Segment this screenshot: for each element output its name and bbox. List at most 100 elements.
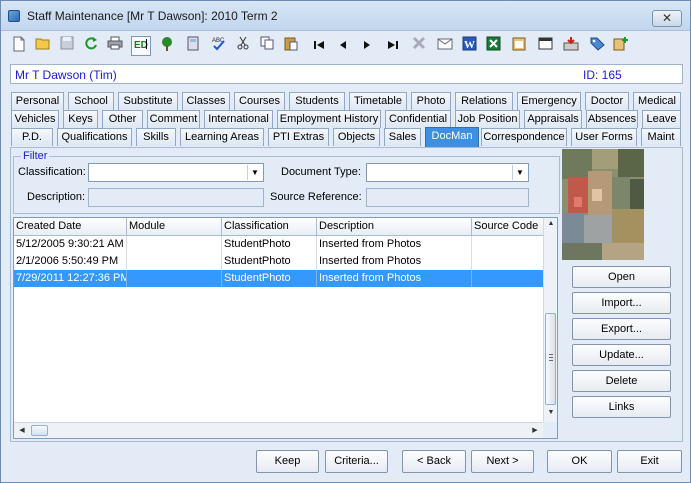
tab-international[interactable]: International: [204, 110, 273, 128]
description-field[interactable]: [88, 188, 264, 207]
tab-school[interactable]: School: [68, 92, 114, 110]
refresh-icon[interactable]: [81, 36, 101, 56]
column-header-source-code[interactable]: Source Code: [472, 218, 544, 236]
tab-pti-extras[interactable]: PTI Extras: [268, 128, 329, 146]
export-button[interactable]: Export...: [572, 318, 671, 340]
tab-students[interactable]: Students: [289, 92, 345, 110]
source-reference-label: Source Reference:: [270, 191, 362, 203]
tab-job-position[interactable]: Job Position: [455, 110, 520, 128]
previous-record-icon[interactable]: [333, 36, 353, 56]
open-button[interactable]: Open: [572, 266, 671, 288]
tab-docman[interactable]: DocMan: [425, 127, 479, 147]
column-header-created-date[interactable]: Created Date: [14, 218, 127, 236]
tab-user-forms[interactable]: User Forms: [571, 128, 637, 146]
tab-employment-history[interactable]: Employment History: [277, 110, 381, 128]
tab-comment[interactable]: Comment: [147, 110, 200, 128]
tab-classes[interactable]: Classes: [182, 92, 230, 110]
tab-courses[interactable]: Courses: [234, 92, 285, 110]
delete-icon[interactable]: [409, 36, 429, 56]
last-record-icon[interactable]: [383, 36, 403, 56]
edit-icon[interactable]: ED: [131, 36, 151, 56]
classification-combo[interactable]: ▼: [88, 163, 264, 182]
horizontal-scroll-thumb[interactable]: [31, 425, 48, 436]
vertical-scrollbar[interactable]: ▲ ▼: [543, 218, 557, 422]
copy-icon[interactable]: [257, 36, 277, 56]
import-icon[interactable]: [561, 36, 581, 56]
chevron-down-icon[interactable]: ▼: [247, 165, 262, 180]
column-header-classification[interactable]: Classification: [222, 218, 317, 236]
save-icon[interactable]: [57, 36, 77, 56]
cell-description: Inserted from Photos: [317, 236, 472, 253]
tab-relations[interactable]: Relations: [455, 92, 513, 110]
documents-grid[interactable]: Created Date Module Classification Descr…: [13, 217, 558, 439]
tab-keys[interactable]: Keys: [63, 110, 98, 128]
tab-vehicles[interactable]: Vehicles: [11, 110, 59, 128]
first-record-icon[interactable]: [309, 36, 329, 56]
tab-photo[interactable]: Photo: [411, 92, 451, 110]
tab-sales[interactable]: Sales: [384, 128, 421, 146]
vertical-scroll-thumb[interactable]: [545, 313, 556, 405]
cut-icon[interactable]: [233, 36, 253, 56]
tab-other[interactable]: Other: [102, 110, 143, 128]
tab-doctor[interactable]: Doctor: [585, 92, 629, 110]
scroll-up-icon[interactable]: ▲: [544, 220, 557, 227]
tab-skills[interactable]: Skills: [136, 128, 176, 146]
tab-qualifications[interactable]: Qualifications: [57, 128, 132, 146]
back-button[interactable]: < Back: [402, 450, 466, 473]
keep-button[interactable]: Keep: [256, 450, 319, 473]
tab-substitute[interactable]: Substitute: [118, 92, 178, 110]
paste-icon[interactable]: [281, 36, 301, 56]
clipboard-icon[interactable]: [509, 36, 529, 56]
next-button[interactable]: Next >: [471, 450, 534, 473]
staff-name-bar: Mr T Dawson (Tim) ID: 165: [10, 64, 683, 84]
excel-icon[interactable]: [483, 36, 503, 56]
calendar-icon[interactable]: [535, 36, 555, 56]
title-bar[interactable]: Staff Maintenance [Mr T Dawson]: 2010 Te…: [1, 1, 690, 31]
tag-icon[interactable]: [587, 36, 607, 56]
table-row[interactable]: 5/12/2005 9:30:21 AM StudentPhoto Insert…: [14, 236, 544, 253]
tab-leave[interactable]: Leave: [642, 110, 681, 128]
scroll-left-icon[interactable]: ◀: [15, 426, 29, 434]
word-icon[interactable]: W: [459, 36, 479, 56]
tab-correspondence[interactable]: Correspondence: [481, 128, 567, 146]
close-button[interactable]: ✕: [652, 10, 682, 27]
spellcheck-icon[interactable]: ABC: [209, 36, 229, 56]
email-icon[interactable]: [435, 36, 455, 56]
table-row-selected[interactable]: 7/29/2011 12:27:36 PM StudentPhoto Inser…: [14, 270, 544, 287]
document-type-combo[interactable]: ▼: [366, 163, 529, 182]
tab-absences[interactable]: Absences: [586, 110, 638, 128]
scroll-down-icon[interactable]: ▼: [544, 409, 557, 416]
tab-emergency[interactable]: Emergency: [517, 92, 581, 110]
tab-maint[interactable]: Maint: [641, 128, 681, 146]
new-icon[interactable]: [9, 36, 29, 56]
horizontal-scrollbar[interactable]: ◀ ▶: [14, 422, 543, 438]
svg-text:W: W: [464, 39, 475, 51]
criteria-button[interactable]: Criteria...: [325, 450, 388, 473]
links-button[interactable]: Links: [572, 396, 671, 418]
source-reference-field[interactable]: [366, 188, 529, 207]
tab-medical[interactable]: Medical: [633, 92, 681, 110]
tab-objects[interactable]: Objects: [333, 128, 380, 146]
add-record-icon[interactable]: [611, 36, 631, 56]
calculator-icon[interactable]: [183, 36, 203, 56]
tab-confidential[interactable]: Confidential: [385, 110, 451, 128]
import-button[interactable]: Import...: [572, 292, 671, 314]
open-folder-icon[interactable]: [33, 36, 53, 56]
ok-button[interactable]: OK: [547, 450, 612, 473]
tab-learning-areas[interactable]: Learning Areas: [180, 128, 264, 146]
next-record-icon[interactable]: [357, 36, 377, 56]
tab-pd[interactable]: P.D.: [11, 128, 53, 146]
tree-icon[interactable]: [157, 36, 177, 56]
scroll-right-icon[interactable]: ▶: [528, 426, 542, 434]
exit-button[interactable]: Exit: [617, 450, 682, 473]
tab-appraisals[interactable]: Appraisals: [524, 110, 582, 128]
tab-personal[interactable]: Personal: [11, 92, 64, 110]
column-header-module[interactable]: Module: [127, 218, 222, 236]
update-button[interactable]: Update...: [572, 344, 671, 366]
table-row[interactable]: 2/1/2006 5:50:49 PM StudentPhoto Inserte…: [14, 253, 544, 270]
print-icon[interactable]: [105, 36, 125, 56]
column-header-description[interactable]: Description: [317, 218, 472, 236]
delete-button[interactable]: Delete: [572, 370, 671, 392]
tab-timetable[interactable]: Timetable: [349, 92, 407, 110]
chevron-down-icon[interactable]: ▼: [512, 165, 527, 180]
